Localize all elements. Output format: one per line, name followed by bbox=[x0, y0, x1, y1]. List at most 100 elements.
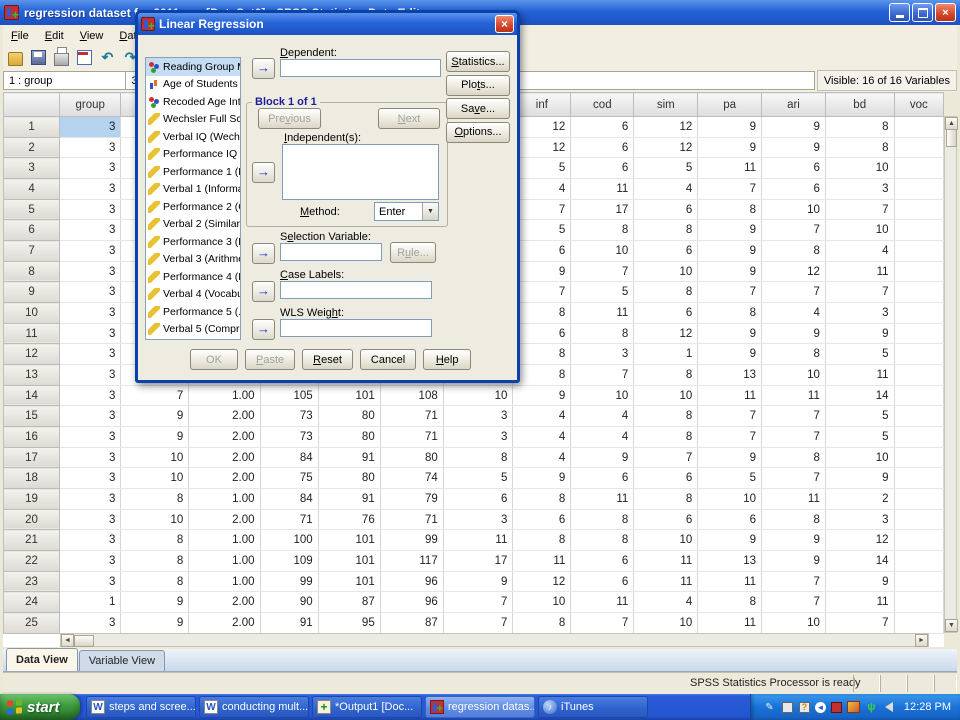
variable-item[interactable]: Performance 4 (B... bbox=[146, 268, 240, 286]
print-icon[interactable] bbox=[53, 50, 70, 66]
cell[interactable]: 4 bbox=[513, 179, 571, 200]
cell[interactable]: 3 bbox=[443, 406, 513, 427]
cell[interactable]: 75 bbox=[260, 468, 318, 489]
cell[interactable]: 7 bbox=[513, 199, 571, 220]
cell[interactable]: 3 bbox=[60, 427, 121, 448]
cell[interactable]: 5 bbox=[513, 158, 571, 179]
cell[interactable] bbox=[894, 303, 943, 324]
cell[interactable]: 8 bbox=[634, 282, 698, 303]
cell[interactable] bbox=[894, 551, 943, 572]
horizontal-scrollbar[interactable]: ◄ ► bbox=[60, 633, 929, 647]
cell[interactable] bbox=[894, 468, 943, 489]
variable-item[interactable]: Wechsler Full Sc... bbox=[146, 111, 240, 129]
cell[interactable]: 101 bbox=[318, 385, 380, 406]
variable-item[interactable]: Performance 5 (... bbox=[146, 303, 240, 321]
cell[interactable]: 8 bbox=[571, 323, 634, 344]
help-icon[interactable]: ? bbox=[799, 702, 810, 713]
cell[interactable]: 3 bbox=[60, 613, 121, 634]
cell[interactable]: 9 bbox=[121, 592, 189, 613]
cell[interactable]: 12 bbox=[762, 261, 826, 282]
cell[interactable]: 2.00 bbox=[189, 406, 260, 427]
cell[interactable]: 6 bbox=[571, 137, 634, 158]
cell[interactable]: 9 bbox=[513, 385, 571, 406]
cell[interactable]: 3 bbox=[60, 571, 121, 592]
cell[interactable]: 74 bbox=[380, 468, 443, 489]
cell[interactable]: 12 bbox=[634, 137, 698, 158]
restore-button[interactable] bbox=[912, 3, 933, 22]
cell[interactable]: 3 bbox=[443, 509, 513, 530]
variable-item[interactable]: Verbal 5 (Compre... bbox=[146, 321, 240, 339]
cell[interactable]: 6 bbox=[571, 117, 634, 138]
column-header-ari[interactable]: ari bbox=[762, 93, 826, 117]
next-button[interactable]: Next bbox=[378, 108, 440, 129]
dependent-arrow-button[interactable]: → bbox=[252, 58, 275, 79]
cell[interactable]: 12 bbox=[634, 323, 698, 344]
cell[interactable]: 11 bbox=[825, 592, 894, 613]
cell[interactable]: 5 bbox=[825, 344, 894, 365]
open-file-icon[interactable] bbox=[7, 50, 24, 66]
cell[interactable]: 3 bbox=[60, 261, 121, 282]
row-header[interactable]: 19 bbox=[4, 489, 60, 510]
cell[interactable] bbox=[894, 323, 943, 344]
variable-item[interactable]: Verbal 2 (Similarit... bbox=[146, 216, 240, 234]
cell[interactable]: 7 bbox=[698, 406, 762, 427]
cell[interactable]: 3 bbox=[60, 406, 121, 427]
save-icon[interactable] bbox=[30, 50, 47, 66]
cancel-button[interactable]: Cancel bbox=[360, 349, 416, 370]
cell[interactable]: 4 bbox=[571, 427, 634, 448]
cell[interactable]: 3 bbox=[60, 199, 121, 220]
cell[interactable]: 11 bbox=[571, 179, 634, 200]
cell[interactable]: 8 bbox=[571, 509, 634, 530]
cell[interactable]: 9 bbox=[762, 323, 826, 344]
cell[interactable]: 7 bbox=[825, 199, 894, 220]
row-header[interactable]: 6 bbox=[4, 220, 60, 241]
cell[interactable]: 6 bbox=[571, 158, 634, 179]
cell[interactable]: 2.00 bbox=[189, 427, 260, 448]
cell[interactable]: 9 bbox=[121, 427, 189, 448]
cell[interactable]: 117 bbox=[380, 551, 443, 572]
cell[interactable]: 8 bbox=[121, 489, 189, 510]
scroll-down-icon[interactable]: ▼ bbox=[945, 619, 958, 632]
cell[interactable] bbox=[894, 344, 943, 365]
reset-button[interactable]: Reset bbox=[302, 349, 353, 370]
cell[interactable]: 9 bbox=[762, 117, 826, 138]
cell[interactable]: 9 bbox=[825, 468, 894, 489]
cell[interactable]: 9 bbox=[825, 571, 894, 592]
cell[interactable]: 3 bbox=[60, 303, 121, 324]
cell[interactable] bbox=[894, 613, 943, 634]
row-header[interactable]: 10 bbox=[4, 303, 60, 324]
cell[interactable]: 76 bbox=[318, 509, 380, 530]
volume-icon[interactable] bbox=[885, 702, 893, 712]
cell[interactable]: 9 bbox=[698, 530, 762, 551]
cell[interactable]: 8 bbox=[121, 530, 189, 551]
cell[interactable] bbox=[894, 365, 943, 386]
row-header[interactable]: 15 bbox=[4, 406, 60, 427]
cell[interactable]: 71 bbox=[380, 406, 443, 427]
cell[interactable] bbox=[894, 117, 943, 138]
variable-item[interactable]: Age of Students i... bbox=[146, 76, 240, 94]
cell[interactable]: 1.00 bbox=[189, 551, 260, 572]
cell[interactable]: 84 bbox=[260, 489, 318, 510]
variable-item[interactable]: Verbal IQ (Wechs... bbox=[146, 128, 240, 146]
cell[interactable]: 5 bbox=[825, 406, 894, 427]
row-header[interactable]: 16 bbox=[4, 427, 60, 448]
row-header[interactable]: 11 bbox=[4, 323, 60, 344]
cell[interactable]: 7 bbox=[513, 282, 571, 303]
cell[interactable]: 9 bbox=[571, 447, 634, 468]
cell[interactable]: 2.00 bbox=[189, 592, 260, 613]
help-button[interactable]: Help bbox=[423, 349, 471, 370]
cell[interactable]: 105 bbox=[260, 385, 318, 406]
cell[interactable]: 4 bbox=[513, 406, 571, 427]
cell[interactable]: 10 bbox=[634, 261, 698, 282]
cell[interactable]: 8 bbox=[513, 613, 571, 634]
cell[interactable]: 3 bbox=[825, 509, 894, 530]
cell[interactable]: 8 bbox=[762, 509, 826, 530]
cell[interactable]: 3 bbox=[60, 551, 121, 572]
row-header[interactable]: 1 bbox=[4, 117, 60, 138]
cell[interactable]: 8 bbox=[634, 489, 698, 510]
column-header-sim[interactable]: sim bbox=[634, 93, 698, 117]
paste-button[interactable]: Paste bbox=[245, 349, 295, 370]
cell[interactable]: 11 bbox=[698, 571, 762, 592]
cell[interactable]: 3 bbox=[60, 241, 121, 262]
cell[interactable]: 9 bbox=[698, 323, 762, 344]
